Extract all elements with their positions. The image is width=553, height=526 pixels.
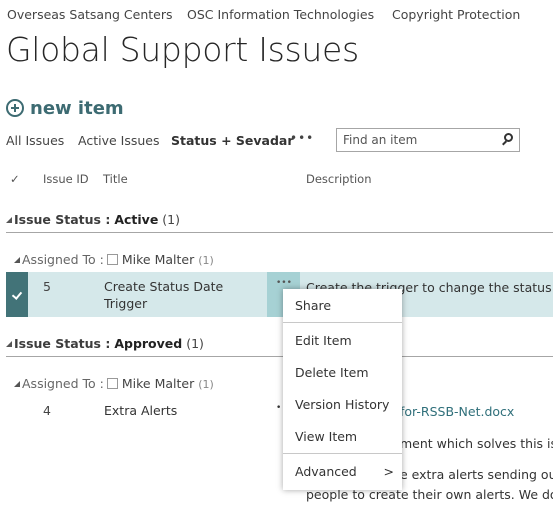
description-line: e extra alerts sending out d <box>400 467 553 482</box>
nav-link-overseas-satsang-centers[interactable]: Overseas Satsang Centers <box>7 7 173 22</box>
menu-item-advanced[interactable]: Advanced <box>295 464 357 479</box>
menu-item-edit-item[interactable]: Edit Item <box>295 333 352 348</box>
cell-title-line1[interactable]: Create Status Date <box>104 279 223 294</box>
collapse-triangle-icon <box>14 257 20 263</box>
view-tab-active-issues[interactable]: Active Issues <box>78 133 159 148</box>
item-ellipsis-button[interactable]: ••• <box>276 278 292 288</box>
group-divider <box>6 356 553 357</box>
cell-title-line2[interactable]: Trigger <box>104 296 147 311</box>
assignee-name[interactable]: Mike Malter <box>122 252 194 267</box>
group-count: (1) <box>186 336 204 351</box>
view-tab-status-sevadar[interactable]: Status + Sevadar <box>171 133 294 148</box>
presence-checkbox-icon <box>106 254 118 265</box>
context-menu: Share Edit Item Delete Item Version Hist… <box>283 289 402 490</box>
group-count: (1) <box>162 212 181 227</box>
group-value: Active <box>114 212 159 227</box>
column-header-issue-id[interactable]: Issue ID <box>43 172 89 186</box>
cell-issue-id: 4 <box>43 403 51 418</box>
item-ellipsis-button[interactable]: • <box>276 403 281 413</box>
row-checkbox-checked[interactable] <box>6 272 28 317</box>
collapse-triangle-icon <box>6 341 12 347</box>
subgroup-label: Assigned To : <box>22 376 104 391</box>
group-divider <box>6 232 553 233</box>
menu-item-delete-item[interactable]: Delete Item <box>295 365 369 380</box>
subgroup-count: (1) <box>198 378 214 391</box>
new-item-button[interactable]: new item <box>6 96 124 120</box>
subgroup-label: Assigned To : <box>22 252 104 267</box>
column-header-description[interactable]: Description <box>306 172 372 186</box>
nav-link-copyright-protection[interactable]: Copyright Protection <box>392 7 520 22</box>
subgroup-header-assigned[interactable]: Assigned To : Mike Malter (1) <box>14 252 214 267</box>
page-title: Global Support Issues <box>6 30 359 69</box>
menu-separator <box>283 453 402 454</box>
column-header-title[interactable]: Title <box>103 172 128 186</box>
subgroup-header-assigned[interactable]: Assigned To : Mike Malter (1) <box>14 376 214 391</box>
menu-item-share[interactable]: Share <box>295 298 331 313</box>
collapse-triangle-icon <box>6 217 12 223</box>
new-item-label: new item <box>30 97 124 119</box>
select-all-checkmark[interactable]: ✓ <box>10 172 20 186</box>
menu-separator <box>283 322 402 323</box>
nav-link-osc-information-technologies[interactable]: OSC Information Technologies <box>187 7 374 22</box>
attachment-link[interactable]: for-RSSB-Net.docx <box>400 404 514 419</box>
more-views-button[interactable]: ••• <box>290 131 314 145</box>
search-box[interactable]: Find an item <box>336 128 520 152</box>
group-value: Approved <box>114 336 183 351</box>
subgroup-count: (1) <box>198 254 214 267</box>
menu-item-view-item[interactable]: View Item <box>295 429 357 444</box>
cell-title[interactable]: Extra Alerts <box>104 403 177 418</box>
group-header-active[interactable]: Issue Status : Active (1) <box>6 212 180 227</box>
group-label: Issue Status : <box>14 336 111 351</box>
assignee-name[interactable]: Mike Malter <box>122 376 194 391</box>
view-tab-all-issues[interactable]: All Issues <box>6 133 64 148</box>
group-header-approved[interactable]: Issue Status : Approved (1) <box>6 336 204 351</box>
cell-issue-id: 5 <box>43 279 51 294</box>
search-icon[interactable] <box>504 133 513 142</box>
presence-checkbox-icon <box>106 378 118 389</box>
search-input[interactable]: Find an item <box>343 133 417 147</box>
collapse-triangle-icon <box>14 381 20 387</box>
submenu-arrow-icon: > <box>383 464 394 479</box>
plus-circle-icon <box>6 99 24 117</box>
menu-item-version-history[interactable]: Version History <box>295 397 389 412</box>
group-label: Issue Status : <box>14 212 111 227</box>
description-line: ment which solves this issue <box>400 436 553 451</box>
